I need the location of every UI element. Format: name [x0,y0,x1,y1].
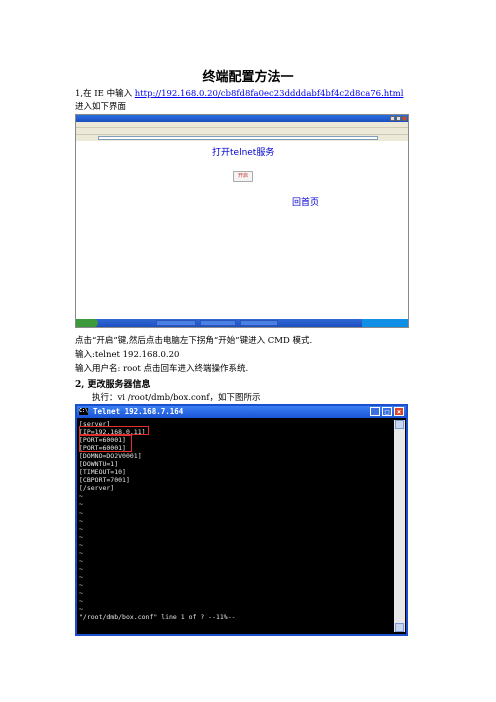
taskbar-item [156,320,196,326]
terminal-line: ~ [79,605,83,614]
taskbar-item [200,320,236,326]
scroll-down-icon [395,623,404,632]
terminal-line: ~ [79,500,83,509]
terminal-line: ~ [79,572,83,581]
document-title: 终端配置方法一 [202,70,294,85]
terminal-line: [TIMEOUT=10] [79,468,126,477]
system-tray [362,319,408,327]
step1-url-link[interactable]: http://192.168.0.20/cb8fd8fa0ec23ddddabf… [135,89,404,99]
telnet-titlebar: C:\ Telnet 192.168.7.164 _ □ × [77,406,406,418]
taskbar-item [240,320,278,326]
input-user-text: 输入用户名: root 点击回车进入终端操作系统. [75,364,249,374]
telnet-window: C:\ Telnet 192.168.7.164 _ □ × [server][… [75,404,408,636]
terminal-line: [DOWNTU=1] [79,460,119,469]
highlight-ip [79,426,149,435]
terminal-line: ~ [79,597,83,606]
terminal-line: [DOMNO=DO2V0001] [79,452,142,461]
after-click-text: 点击“开启”键,然后点击电脑左下拐角“开始”键进入 CMD 模式. [75,336,313,346]
input-telnet-text: 输入:telnet 192.168.0.20 [75,350,180,360]
ie-address-input [98,136,378,140]
minimize-icon: _ [370,407,380,416]
open-telnet-heading: 打开telnet服务 [212,148,275,158]
terminal-line: ~ [79,564,83,573]
enter-page-text: 进入如下界面 [75,102,127,112]
terminal-line: ~ [79,524,83,533]
ie-titlebar [76,115,408,122]
close-icon [402,116,407,121]
step2-heading: 2, 更改服务器信息 [75,380,151,390]
back-home-link: 回首页 [292,198,320,208]
terminal-line: ~ [79,516,83,525]
ie-page-content: 打开telnet服务 开启 回首页 [76,141,408,315]
ie-toolbar [76,128,408,135]
terminal-line: [/server] [79,484,115,493]
terminal-line: [CBPORT=7001] [79,476,130,485]
step1-prefix: 1,在 IE 中输入 [75,89,133,99]
windows-taskbar [76,319,408,327]
ie-screenshot: 打开telnet服务 开启 回首页 [75,114,409,328]
highlight-ports [79,435,132,452]
terminal-line: ~ [79,580,83,589]
maximize-icon [396,116,401,121]
start-button [76,319,98,327]
minimize-icon [390,116,395,121]
telnet-title: Telnet 192.168.7.164 [93,407,184,416]
exec-line-text: 执行：vi /root/dmb/box.conf，如下图所示 [92,393,261,403]
open-button: 开启 [233,171,253,182]
terminal-line: ~ [79,556,83,565]
terminal-line: ~ [79,548,83,557]
scroll-up-icon [395,420,404,429]
terminal-scrollbar [394,420,405,632]
terminal-line: ~ [79,540,83,549]
step1-line: 1,在 IE 中输入 http://192.168.0.20/cb8fd8fa0… [75,87,403,99]
terminal-line: "/root/dmb/box.conf" line 1 of ? --11%-- [79,613,236,622]
terminal-line: ~ [79,492,83,501]
close-icon: × [394,407,404,416]
terminal-line: ~ [79,588,83,597]
terminal-line: ~ [79,532,83,541]
terminal-line: ~ [79,508,83,517]
cmd-icon: C:\ [79,408,89,415]
maximize-icon: □ [382,407,392,416]
